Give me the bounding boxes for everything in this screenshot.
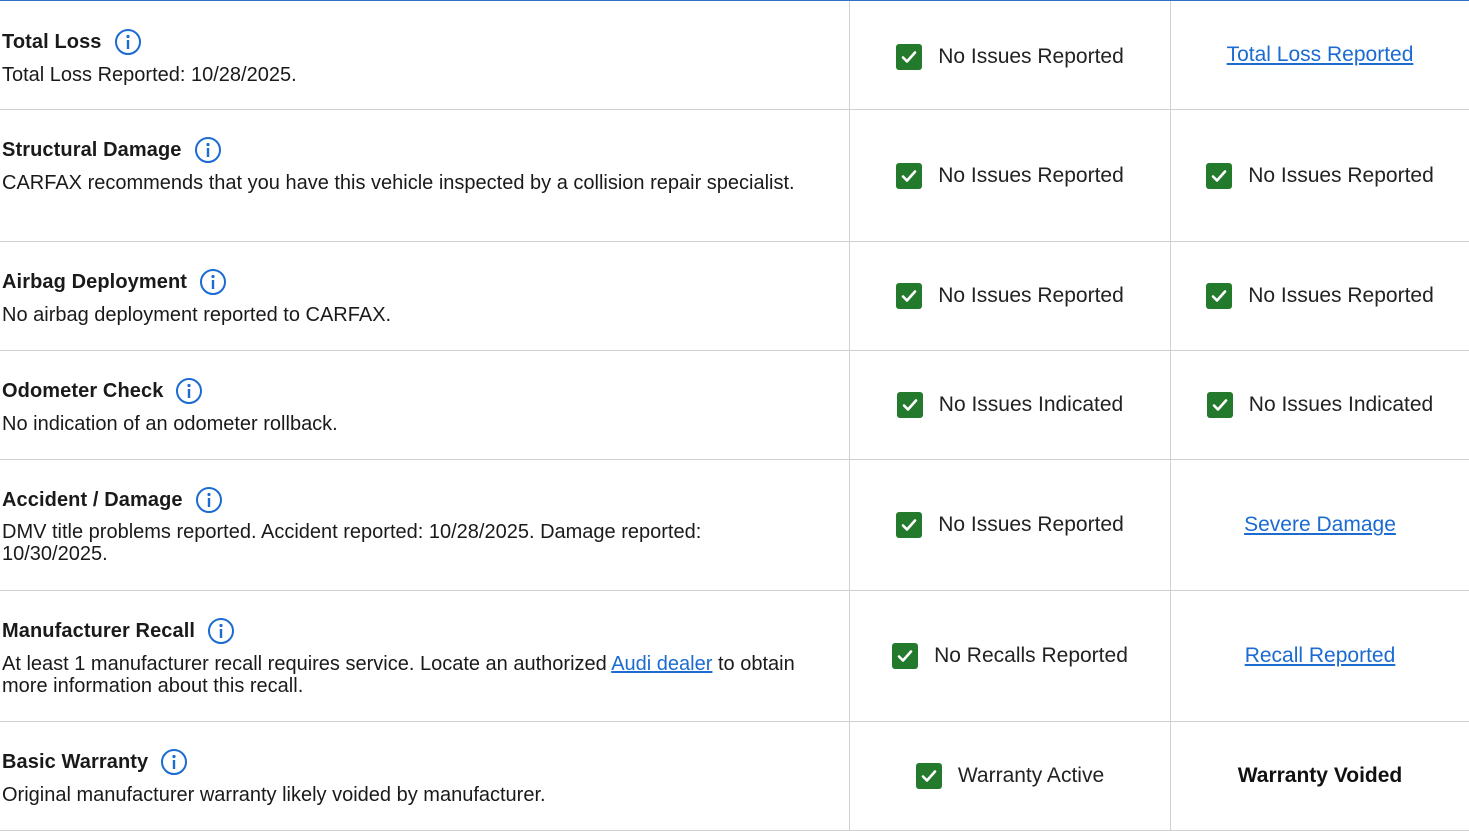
info-circle-icon[interactable]: [175, 377, 203, 405]
checkbox-check-icon: [1206, 283, 1233, 309]
table-row: Structural Damage CARFAX recommends that…: [0, 110, 1469, 242]
row-title: Basic Warranty: [2, 750, 149, 773]
row-label-cell: Airbag Deployment No airbag deployment r…: [0, 242, 849, 350]
info-circle-icon[interactable]: [195, 486, 223, 514]
status-text: No Issues Reported: [938, 45, 1124, 68]
info-circle-icon[interactable]: [207, 617, 235, 645]
table-row: Total Loss Total Loss Reported: 10/28/20…: [0, 1, 1469, 110]
description-text: At least 1 manufacturer recall requires …: [2, 653, 612, 675]
table-row: Odometer Check No indication of an odome…: [0, 351, 1469, 460]
audi-dealer-link[interactable]: Audi dealer: [611, 653, 712, 675]
vehicle-history-comparison-table: Total Loss Total Loss Reported: 10/28/20…: [0, 0, 1469, 831]
status-cell: No Issues Reported: [849, 110, 1170, 241]
checkbox-check-icon: [896, 44, 923, 70]
status-text: No Issues Reported: [938, 513, 1124, 536]
info-circle-icon[interactable]: [114, 28, 142, 56]
row-title: Accident / Damage: [2, 488, 183, 511]
row-label-cell: Total Loss Total Loss Reported: 10/28/20…: [0, 1, 849, 109]
status-text: No Recalls Reported: [934, 644, 1128, 667]
row-title: Structural Damage: [2, 138, 182, 161]
checkbox-check-icon: [915, 763, 942, 789]
status-cell: Warranty Voided: [1170, 722, 1469, 830]
checkbox-check-icon: [896, 283, 923, 309]
row-description: Total Loss Reported: 10/28/2025.: [2, 64, 297, 86]
status-cell: Recall Reported: [1170, 591, 1469, 721]
checkbox-check-icon: [892, 643, 919, 669]
checkbox-check-icon: [1206, 392, 1233, 418]
checkbox-check-icon: [1206, 162, 1233, 189]
row-description: Original manufacturer warranty likely vo…: [2, 784, 546, 806]
status-cell: No Issues Indicated: [849, 351, 1170, 459]
row-label-cell: Odometer Check No indication of an odome…: [0, 351, 849, 459]
row-description: CARFAX recommends that you have this veh…: [2, 172, 795, 194]
row-title: Airbag Deployment: [2, 270, 188, 293]
table-row: Manufacturer Recall At least 1 manufactu…: [0, 591, 1469, 722]
checkbox-check-icon: [896, 512, 923, 538]
checkbox-check-icon: [896, 392, 923, 418]
row-title: Total Loss: [2, 30, 102, 53]
row-description: DMV title problems reported. Accident re…: [2, 521, 702, 565]
recall-reported-link[interactable]: Recall Reported: [1245, 644, 1396, 668]
row-label-cell: Accident / Damage DMV title problems rep…: [0, 460, 849, 590]
row-title: Odometer Check: [2, 379, 164, 402]
severe-damage-link[interactable]: Severe Damage: [1244, 513, 1396, 537]
status-cell: No Recalls Reported: [849, 591, 1170, 721]
checkbox-check-icon: [896, 162, 923, 189]
row-description: No indication of an odometer rollback.: [2, 413, 338, 435]
status-text: No Issues Reported: [938, 284, 1124, 307]
status-text: No Issues Reported: [1248, 163, 1434, 187]
status-text: No Issues Indicated: [938, 393, 1124, 416]
status-cell: Warranty Active: [849, 722, 1170, 830]
status-cell: Severe Damage: [1170, 460, 1469, 590]
info-circle-icon[interactable]: [199, 268, 227, 296]
table-row: Airbag Deployment No airbag deployment r…: [0, 242, 1469, 351]
row-label-cell: Manufacturer Recall At least 1 manufactu…: [0, 591, 849, 721]
warranty-voided-status: Warranty Voided: [1237, 764, 1403, 787]
status-text: No Issues Indicated: [1248, 393, 1434, 416]
status-cell: No Issues Indicated: [1170, 351, 1469, 459]
total-loss-reported-link[interactable]: Total Loss Reported: [1227, 43, 1414, 67]
status-text: Warranty Active: [957, 764, 1105, 787]
status-cell: No Issues Reported: [849, 460, 1170, 590]
row-title: Manufacturer Recall: [2, 619, 196, 642]
status-text: No Issues Reported: [1248, 284, 1434, 307]
row-description: No airbag deployment reported to CARFAX.: [2, 304, 392, 326]
info-circle-icon[interactable]: [160, 748, 188, 776]
row-label-cell: Structural Damage CARFAX recommends that…: [0, 110, 849, 241]
table-row: Basic Warranty Original manufacturer war…: [0, 722, 1469, 831]
info-circle-icon[interactable]: [194, 136, 222, 164]
table-row: Accident / Damage DMV title problems rep…: [0, 460, 1469, 591]
status-cell: Total Loss Reported: [1170, 1, 1469, 109]
status-cell: No Issues Reported: [1170, 242, 1469, 350]
row-label-cell: Basic Warranty Original manufacturer war…: [0, 722, 849, 830]
status-cell: No Issues Reported: [1170, 110, 1469, 241]
status-cell: No Issues Reported: [849, 1, 1170, 109]
status-cell: No Issues Reported: [849, 242, 1170, 350]
status-text: No Issues Reported: [938, 163, 1124, 187]
row-description: At least 1 manufacturer recall requires …: [2, 653, 832, 697]
